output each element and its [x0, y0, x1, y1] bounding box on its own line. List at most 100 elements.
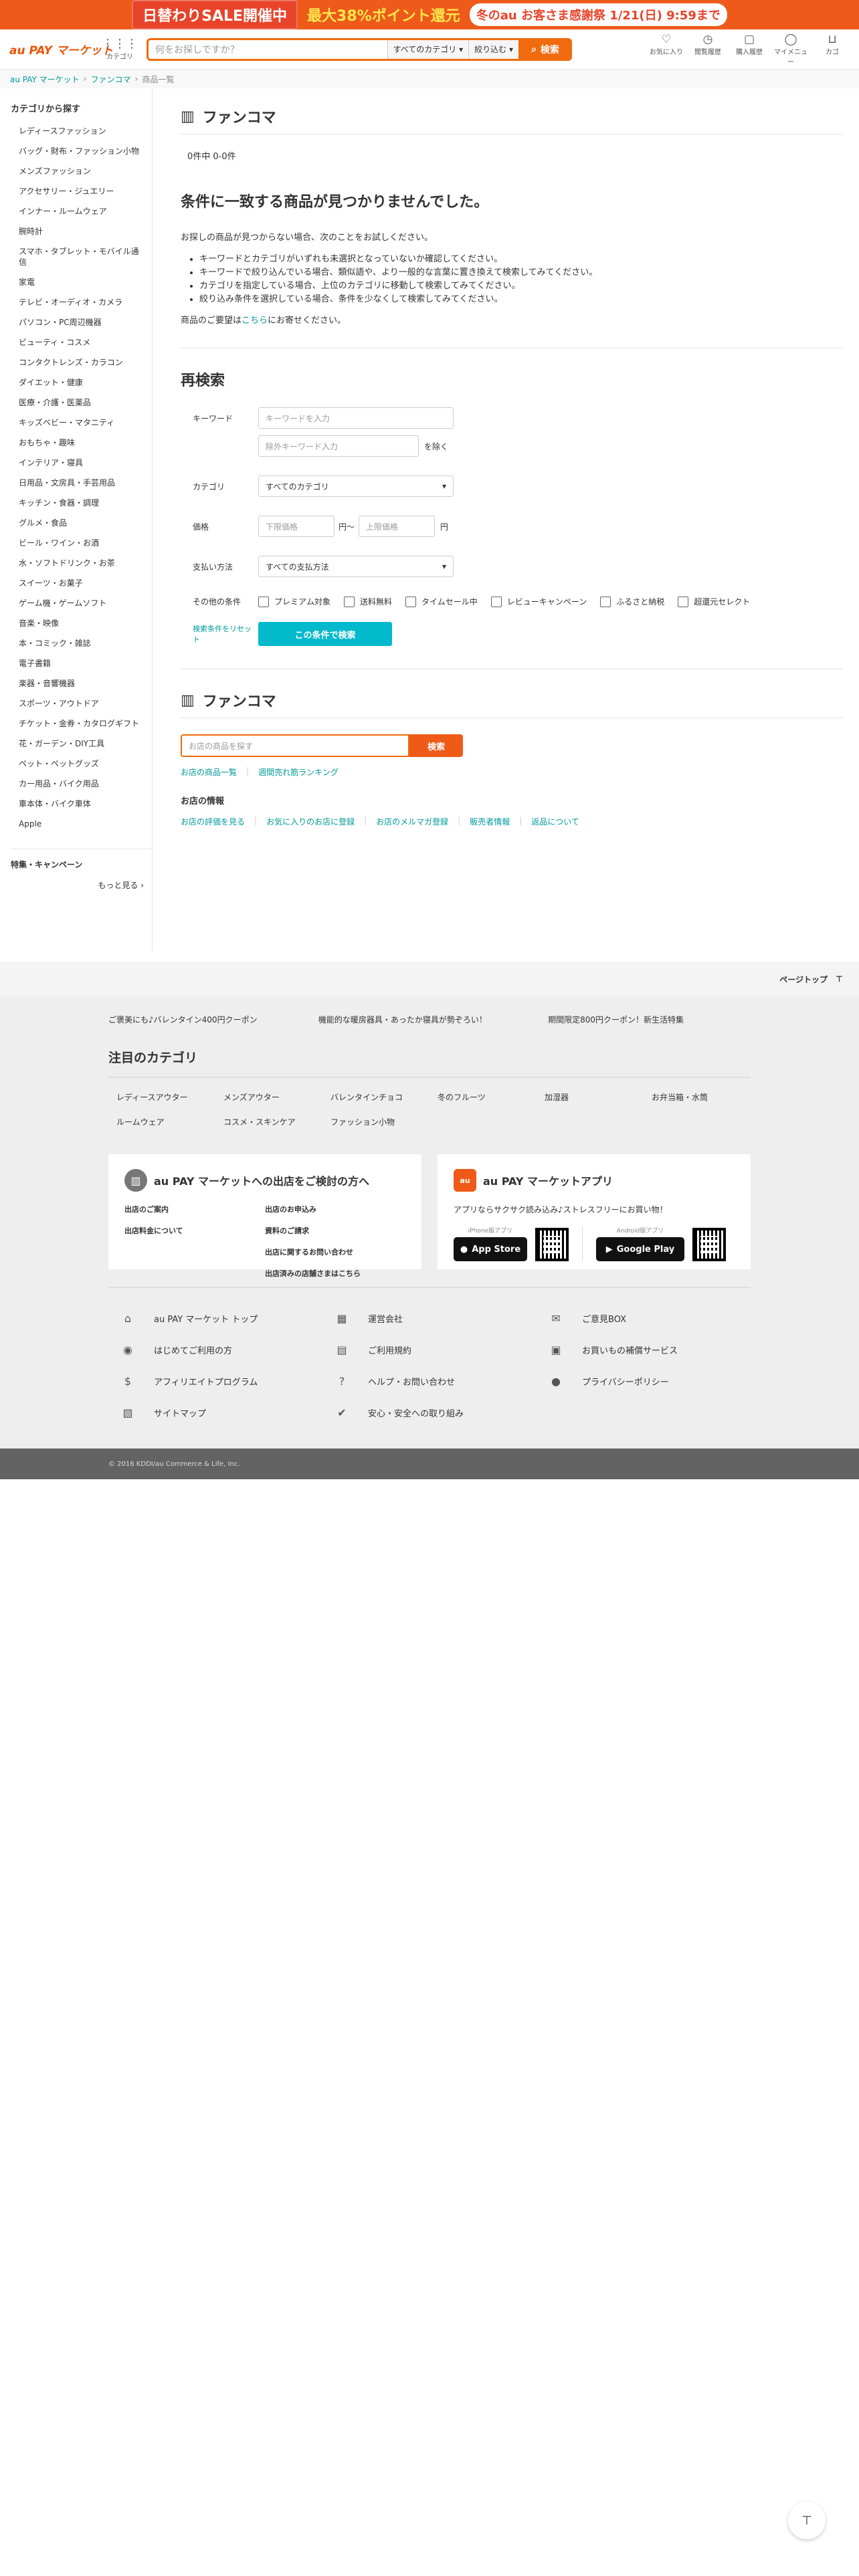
sidebar-item[interactable]: パソコン・PC周辺機器: [11, 312, 152, 332]
sidebar-item[interactable]: 医療・介護・医薬品: [11, 393, 152, 413]
shop-info-link[interactable]: お店のメルマガ登録: [376, 816, 448, 827]
shop-info-link[interactable]: 販売者情報: [470, 816, 510, 827]
breadcrumb-home[interactable]: au PAY マーケット: [10, 74, 80, 85]
search-input[interactable]: 何をお探しですか？: [149, 40, 387, 59]
sidebar-more-link[interactable]: もっと見る ›: [11, 870, 152, 900]
header-history-button[interactable]: ◷ 閲覧履歴: [690, 33, 725, 66]
attention-category-link[interactable]: バレンタインチョコ: [322, 1085, 430, 1109]
sidebar-feature-title[interactable]: 特集・キャンペーン: [11, 849, 152, 870]
sidebar-item[interactable]: 家電: [11, 272, 152, 292]
sidebar-item[interactable]: ダイエット・健康: [11, 372, 152, 393]
category-dropdown[interactable]: すべてのカテゴリ ▾: [258, 475, 454, 497]
reset-conditions-link[interactable]: 検索条件をリセット: [181, 623, 258, 645]
footer-promo-link[interactable]: 期間限定800円クーポン！新生活特集: [548, 1014, 684, 1025]
checkbox-box[interactable]: [678, 596, 689, 607]
sidebar-item[interactable]: 水・ソフトドリンク・お茶: [11, 553, 152, 573]
shop-ranking-link[interactable]: 週間売れ筋ランキング: [258, 766, 339, 778]
attention-category-link[interactable]: レディースアウター: [108, 1085, 215, 1109]
sidebar-item[interactable]: ビューティ・コスメ: [11, 332, 152, 352]
seller-link[interactable]: 出店のお申込み: [265, 1204, 405, 1214]
sidebar-item[interactable]: レディースファッション: [11, 121, 152, 141]
condition-checkbox[interactable]: プレミアム対象: [258, 596, 330, 607]
sidebar-item[interactable]: スマホ・タブレット・モバイル通信: [11, 241, 152, 272]
attention-category-link[interactable]: ルームウェア: [108, 1109, 215, 1134]
sidebar-item[interactable]: 日用品・文房具・手芸用品: [11, 473, 152, 493]
sidebar-item[interactable]: スポーツ・アウトドア: [11, 693, 152, 714]
sidebar-item[interactable]: チケット・金券・カタログギフト: [11, 714, 152, 734]
footer-nav-item[interactable]: ✔ 安心・安全への取り組み: [322, 1397, 537, 1428]
sidebar-item[interactable]: 花・ガーデン・DIY工具: [11, 734, 152, 754]
footer-promo-link[interactable]: 機能的な暖房器具・あったか寝具が勢ぞろい！: [318, 1014, 487, 1025]
header-user-button[interactable]: ◯ マイメニュー: [773, 33, 808, 66]
header-bag-button[interactable]: ▢ 購入履歴: [732, 33, 767, 66]
promo-banner[interactable]: 日替わりSALE開催中 最大38%ポイント還元 冬のau お客さま感謝祭 1/2…: [0, 0, 859, 29]
sidebar-item[interactable]: グルメ・食品: [11, 513, 152, 533]
sidebar-item[interactable]: インナー・ルームウェア: [11, 201, 152, 221]
attention-category-link[interactable]: 加湿器: [537, 1085, 644, 1109]
seller-link[interactable]: 資料のご請求: [265, 1225, 405, 1236]
request-link[interactable]: こちら: [242, 316, 268, 326]
payment-dropdown[interactable]: すべての支払方法 ▾: [258, 556, 454, 577]
condition-checkbox[interactable]: 送料無料: [344, 596, 392, 607]
sidebar-item[interactable]: アクセサリー・ジュエリー: [11, 181, 152, 201]
footer-nav-item[interactable]: ▣ お買いもの補償サービス: [537, 1334, 751, 1366]
seller-link[interactable]: 出店に関するお問い合わせ: [265, 1247, 405, 1257]
sidebar-item[interactable]: テレビ・オーディオ・カメラ: [11, 292, 152, 312]
checkbox-box[interactable]: [600, 596, 611, 607]
footer-nav-item[interactable]: ▦ 運営会社: [322, 1303, 537, 1334]
condition-checkbox[interactable]: ふるさと納税: [600, 596, 664, 607]
checkbox-box[interactable]: [344, 596, 355, 607]
category-select[interactable]: すべてのカテゴリ ▾: [387, 39, 469, 59]
condition-checkbox[interactable]: レビューキャンペーン: [490, 596, 587, 607]
footer-promo-link[interactable]: ご褒美にも♪バレンタイン400円クーポン: [108, 1014, 258, 1025]
sidebar-item[interactable]: キッズベビー・マタニティ: [11, 413, 152, 433]
scroll-top-button[interactable]: ⊤: [788, 2502, 826, 2539]
shop-info-link[interactable]: 返品について: [531, 816, 579, 827]
sidebar-item[interactable]: キッチン・食器・調理: [11, 493, 152, 513]
sidebar-item[interactable]: ゲーム機・ゲームソフト: [11, 593, 152, 613]
sidebar-item[interactable]: Apple: [11, 814, 152, 834]
header-cart-button[interactable]: ⊔ カゴ: [815, 33, 850, 66]
attention-category-link[interactable]: お弁当箱・水筒: [644, 1085, 751, 1109]
apply-search-button[interactable]: この条件で検索: [258, 622, 392, 646]
footer-nav-item[interactable]: ✉ ご意見BOX: [537, 1303, 751, 1334]
attention-category-link[interactable]: ファッション小物: [322, 1109, 430, 1134]
google-play-badge[interactable]: ▶ Google Play: [596, 1237, 684, 1261]
page-top-link[interactable]: ページトップ ⊤: [0, 962, 859, 996]
sidebar-item[interactable]: 車本体・バイク車体: [11, 794, 152, 814]
sidebar-item[interactable]: 電子書籍: [11, 653, 152, 673]
price-max-input[interactable]: 上限価格: [359, 516, 436, 537]
price-min-input[interactable]: 下限価格: [258, 516, 335, 537]
sidebar-item[interactable]: ビール・ワイン・お酒: [11, 533, 152, 553]
search-button[interactable]: ⌕ 検索: [518, 37, 572, 61]
header-heart-button[interactable]: ♡ お気に入り: [649, 33, 684, 66]
footer-nav-item[interactable]: ? ヘルプ・お問い合わせ: [322, 1366, 537, 1397]
footer-nav-item[interactable]: ● プライバシーポリシー: [537, 1366, 751, 1397]
sidebar-item[interactable]: 本・コミック・雑誌: [11, 633, 152, 653]
attention-category-link[interactable]: 冬のフルーツ: [430, 1085, 537, 1109]
footer-nav-item[interactable]: ◉ はじめてご利用の方: [108, 1334, 322, 1366]
footer-nav-item[interactable]: $ アフィリエイトプログラム: [108, 1366, 322, 1397]
sidebar-item[interactable]: おもちゃ・趣味: [11, 433, 152, 453]
checkbox-box[interactable]: [490, 596, 502, 607]
attention-category-link[interactable]: コスメ・スキンケア: [215, 1109, 322, 1134]
checkbox-box[interactable]: [258, 596, 269, 607]
sidebar-item[interactable]: スイーツ・お菓子: [11, 573, 152, 593]
sidebar-item[interactable]: コンタクトレンズ・カラコン: [11, 352, 152, 372]
sidebar-item[interactable]: メンズファッション: [11, 161, 152, 181]
shop-search-input[interactable]: お店の商品を探す: [181, 734, 409, 757]
shop-search-button[interactable]: 検索: [409, 734, 463, 757]
sidebar-item[interactable]: 音楽・映像: [11, 613, 152, 633]
app-store-badge[interactable]: ● App Store: [454, 1237, 527, 1261]
footer-nav-item[interactable]: ⌂ au PAY マーケット トップ: [108, 1303, 322, 1334]
sidebar-item[interactable]: 楽器・音響機器: [11, 673, 152, 693]
condition-checkbox[interactable]: 超還元セレクト: [678, 596, 750, 607]
checkbox-box[interactable]: [405, 596, 417, 607]
attention-category-link[interactable]: メンズアウター: [215, 1085, 322, 1109]
category-menu-button[interactable]: ⋮⋮⋮ カテゴリ: [100, 37, 140, 62]
condition-checkbox[interactable]: タイムセール中: [405, 596, 478, 607]
breadcrumb-shop[interactable]: ファンコマ: [90, 74, 130, 85]
seller-link[interactable]: 出店のご案内: [124, 1204, 265, 1214]
seller-link[interactable]: 出店料金について: [124, 1225, 265, 1236]
sidebar-item[interactable]: 腕時計: [11, 221, 152, 241]
